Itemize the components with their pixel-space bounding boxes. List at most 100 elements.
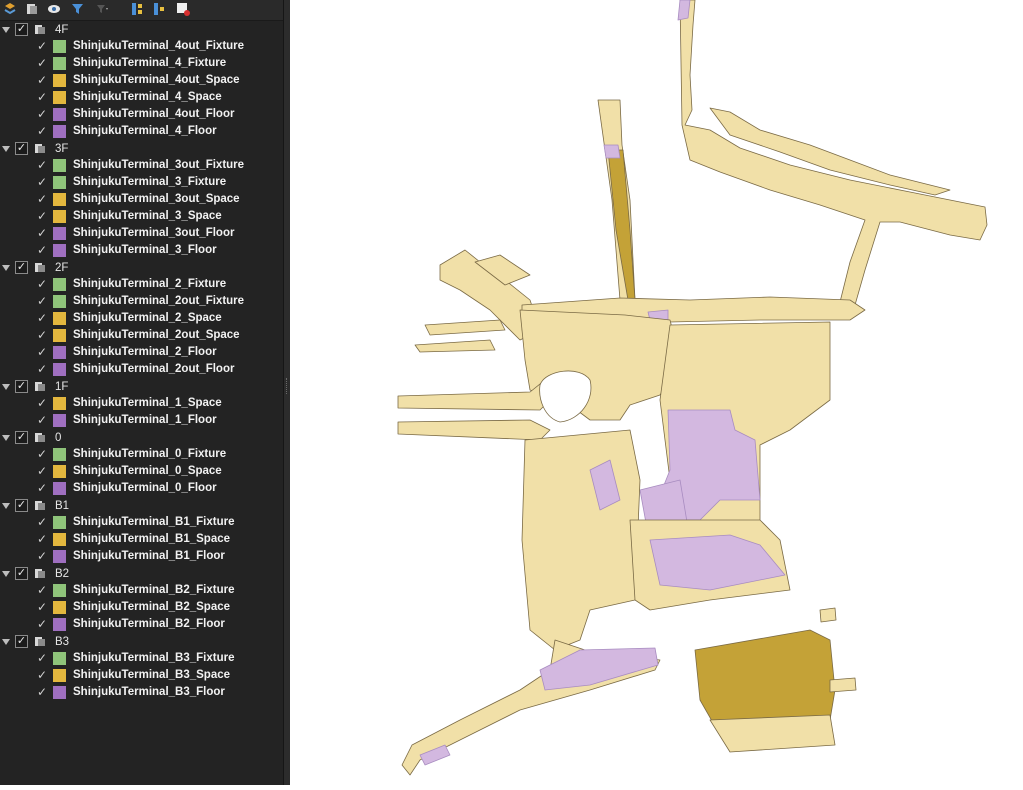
layer-visibility-checkbox[interactable]: ✓ [37, 345, 47, 360]
group-visibility-checkbox[interactable]: ✓ [15, 431, 28, 444]
layer-visibility-checkbox[interactable]: ✓ [37, 362, 47, 377]
layer-visibility-checkbox[interactable]: ✓ [37, 192, 47, 207]
map-canvas[interactable] [290, 0, 1023, 785]
expand-toggle[interactable] [2, 503, 10, 509]
expand-toggle[interactable] [2, 639, 10, 645]
layer-visibility-checkbox[interactable]: ✓ [37, 107, 47, 122]
layer-visibility-checkbox[interactable]: ✓ [37, 158, 47, 173]
layer-group-3f[interactable]: ✓ 3F [0, 141, 283, 158]
layer-item[interactable]: ✓ ShinjukuTerminal_B2_Fixture [0, 583, 283, 600]
layer-visibility-checkbox[interactable]: ✓ [37, 413, 47, 428]
expand-toggle[interactable] [2, 265, 10, 271]
layer-item[interactable]: ✓ ShinjukuTerminal_3out_Fixture [0, 158, 283, 175]
layer-item[interactable]: ✓ ShinjukuTerminal_B1_Space [0, 532, 283, 549]
layer-item[interactable]: ✓ ShinjukuTerminal_B3_Fixture [0, 651, 283, 668]
layer-visibility-checkbox[interactable]: ✓ [37, 464, 47, 479]
layer-visibility-checkbox[interactable]: ✓ [37, 243, 47, 258]
panel-splitter[interactable] [283, 0, 290, 785]
layer-visibility-checkbox[interactable]: ✓ [37, 651, 47, 666]
layer-group-4f[interactable]: ✓ 4F [0, 22, 283, 39]
layer-visibility-checkbox[interactable]: ✓ [37, 328, 47, 343]
layer-visibility-checkbox[interactable]: ✓ [37, 90, 47, 105]
layer-visibility-checkbox[interactable]: ✓ [37, 583, 47, 598]
layer-item[interactable]: ✓ ShinjukuTerminal_2out_Floor [0, 362, 283, 379]
layer-visibility-checkbox[interactable]: ✓ [37, 481, 47, 496]
layer-group-b1[interactable]: ✓ B1 [0, 498, 283, 515]
layer-item[interactable]: ✓ ShinjukuTerminal_4out_Floor [0, 107, 283, 124]
group-visibility-checkbox[interactable]: ✓ [15, 261, 28, 274]
group-visibility-checkbox[interactable]: ✓ [15, 499, 28, 512]
layer-item[interactable]: ✓ ShinjukuTerminal_3_Floor [0, 243, 283, 260]
layer-item[interactable]: ✓ ShinjukuTerminal_2out_Fixture [0, 294, 283, 311]
layer-group-b2[interactable]: ✓ B2 [0, 566, 283, 583]
group-visibility-checkbox[interactable]: ✓ [15, 635, 28, 648]
filter-icon[interactable] [71, 2, 85, 16]
collapse-all-icon[interactable] [152, 2, 166, 16]
layer-visibility-checkbox[interactable]: ✓ [37, 396, 47, 411]
layer-item[interactable]: ✓ ShinjukuTerminal_0_Fixture [0, 447, 283, 464]
layer-visibility-checkbox[interactable]: ✓ [37, 600, 47, 615]
layer-item[interactable]: ✓ ShinjukuTerminal_0_Floor [0, 481, 283, 498]
layer-visibility-checkbox[interactable]: ✓ [37, 515, 47, 530]
visibility-icon[interactable] [47, 2, 61, 16]
layer-visibility-checkbox[interactable]: ✓ [37, 277, 47, 292]
group-visibility-checkbox[interactable]: ✓ [15, 567, 28, 580]
layer-visibility-checkbox[interactable]: ✓ [37, 447, 47, 462]
layer-item[interactable]: ✓ ShinjukuTerminal_B1_Fixture [0, 515, 283, 532]
layer-item[interactable]: ✓ ShinjukuTerminal_B3_Floor [0, 685, 283, 702]
expand-toggle[interactable] [2, 571, 10, 577]
layer-item[interactable]: ✓ ShinjukuTerminal_3_Space [0, 209, 283, 226]
layer-item[interactable]: ✓ ShinjukuTerminal_2_Floor [0, 345, 283, 362]
layer-visibility-checkbox[interactable]: ✓ [37, 39, 47, 54]
layer-visibility-checkbox[interactable]: ✓ [37, 685, 47, 700]
layer-item[interactable]: ✓ ShinjukuTerminal_B3_Space [0, 668, 283, 685]
layer-item[interactable]: ✓ ShinjukuTerminal_4_Space [0, 90, 283, 107]
group-visibility-checkbox[interactable]: ✓ [15, 142, 28, 155]
layer-item[interactable]: ✓ ShinjukuTerminal_1_Floor [0, 413, 283, 430]
layer-item[interactable]: ✓ ShinjukuTerminal_4out_Space [0, 73, 283, 90]
layer-visibility-checkbox[interactable]: ✓ [37, 124, 47, 139]
expand-all-icon[interactable] [130, 2, 144, 16]
layer-visibility-checkbox[interactable]: ✓ [37, 175, 47, 190]
layer-item[interactable]: ✓ ShinjukuTerminal_3out_Space [0, 192, 283, 209]
layer-visibility-checkbox[interactable]: ✓ [37, 549, 47, 564]
expand-toggle[interactable] [2, 146, 10, 152]
layer-item[interactable]: ✓ ShinjukuTerminal_4_Floor [0, 124, 283, 141]
layer-visibility-checkbox[interactable]: ✓ [37, 294, 47, 309]
layer-visibility-checkbox[interactable]: ✓ [37, 226, 47, 241]
layer-group-b3[interactable]: ✓ B3 [0, 634, 283, 651]
layer-item[interactable]: ✓ ShinjukuTerminal_3out_Floor [0, 226, 283, 243]
style-icon[interactable] [3, 2, 17, 16]
layer-item[interactable]: ✓ ShinjukuTerminal_B1_Floor [0, 549, 283, 566]
layer-item[interactable]: ✓ ShinjukuTerminal_2_Space [0, 311, 283, 328]
layer-visibility-checkbox[interactable]: ✓ [37, 617, 47, 632]
layer-item[interactable]: ✓ ShinjukuTerminal_2_Fixture [0, 277, 283, 294]
layer-group-2f[interactable]: ✓ 2F [0, 260, 283, 277]
layer-group-1f[interactable]: ✓ 1F [0, 379, 283, 396]
layer-item[interactable]: ✓ ShinjukuTerminal_4_Fixture [0, 56, 283, 73]
expand-toggle[interactable] [2, 27, 10, 33]
layer-visibility-checkbox[interactable]: ✓ [37, 668, 47, 683]
layer-item[interactable]: ✓ ShinjukuTerminal_B2_Space [0, 600, 283, 617]
layer-visibility-checkbox[interactable]: ✓ [37, 532, 47, 547]
layer-item[interactable]: ✓ ShinjukuTerminal_3_Fixture [0, 175, 283, 192]
splitter-grip[interactable] [286, 378, 289, 394]
expand-toggle[interactable] [2, 384, 10, 390]
remove-layer-icon[interactable] [176, 2, 190, 16]
layer-name: ShinjukuTerminal_3_Fixture [73, 176, 227, 188]
layer-item[interactable]: ✓ ShinjukuTerminal_0_Space [0, 464, 283, 481]
group-visibility-checkbox[interactable]: ✓ [15, 380, 28, 393]
expand-toggle[interactable] [2, 435, 10, 441]
layer-visibility-checkbox[interactable]: ✓ [37, 209, 47, 224]
layer-visibility-checkbox[interactable]: ✓ [37, 56, 47, 71]
layer-visibility-checkbox[interactable]: ✓ [37, 311, 47, 326]
layer-group-0[interactable]: ✓ 0 [0, 430, 283, 447]
filter-legend-icon[interactable] [95, 2, 109, 16]
layer-item[interactable]: ✓ ShinjukuTerminal_2out_Space [0, 328, 283, 345]
add-group-icon[interactable] [25, 2, 39, 16]
layer-item[interactable]: ✓ ShinjukuTerminal_4out_Fixture [0, 39, 283, 56]
layer-item[interactable]: ✓ ShinjukuTerminal_B2_Floor [0, 617, 283, 634]
layer-visibility-checkbox[interactable]: ✓ [37, 73, 47, 88]
layer-item[interactable]: ✓ ShinjukuTerminal_1_Space [0, 396, 283, 413]
group-visibility-checkbox[interactable]: ✓ [15, 23, 28, 36]
